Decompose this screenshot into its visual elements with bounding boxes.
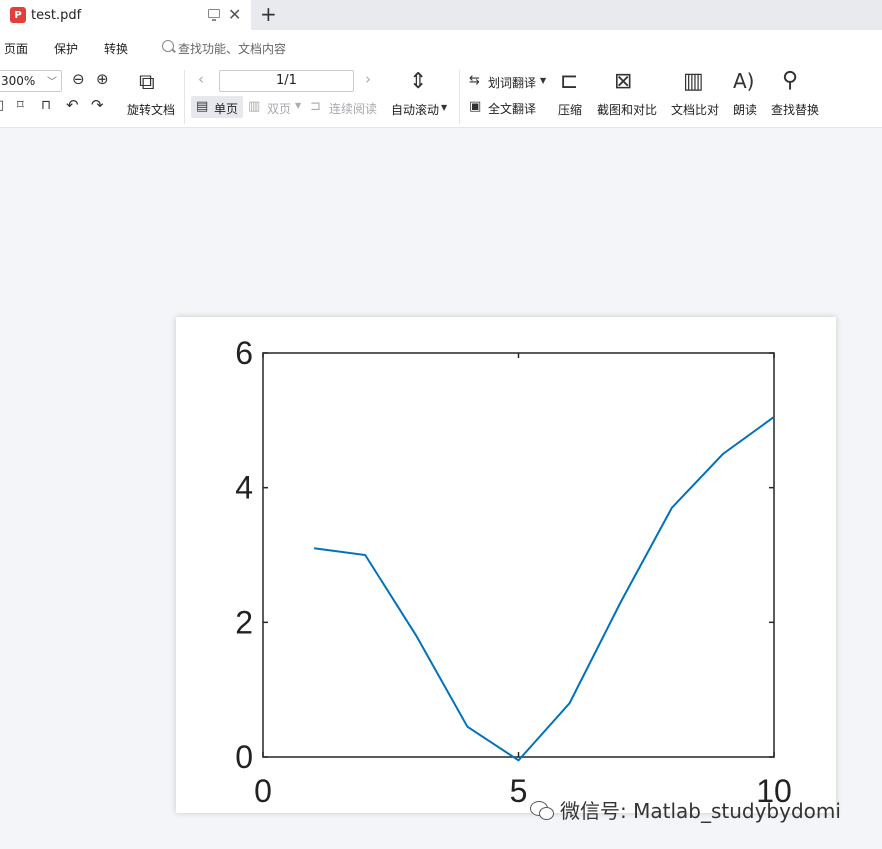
search-icon[interactable] xyxy=(162,40,174,52)
toolbar-separator xyxy=(184,70,185,124)
menu-bar: 页面 保护 转换 查找功能、文档内容 xyxy=(0,30,882,66)
feature-search-input[interactable]: 查找功能、文档内容 xyxy=(178,40,286,57)
rotate-document-icon[interactable]: ⧉ xyxy=(139,72,155,94)
fit-width-icon[interactable]: ⌑ xyxy=(17,99,24,112)
continuous-read-button[interactable]: 连续阅读 xyxy=(329,100,377,117)
page-number-input[interactable]: 1/1 xyxy=(219,70,354,92)
screenshot-icon[interactable]: ⊠ xyxy=(614,71,632,93)
y-tick-label: 0 xyxy=(235,739,253,775)
toolbar-separator xyxy=(459,70,460,124)
translate-icon: ⇆ xyxy=(469,73,480,88)
x-tick-label: 0 xyxy=(254,773,272,809)
chevron-down-icon: ▼ xyxy=(540,76,547,85)
chevron-down-icon: ▼ xyxy=(441,103,448,112)
y-tick-label: 2 xyxy=(235,604,253,640)
menu-item-protect[interactable]: 保护 xyxy=(54,40,78,57)
chevron-down-icon: ﹀ xyxy=(47,77,57,88)
zoom-out-icon[interactable]: ⊖ xyxy=(72,72,85,87)
fit-page-icon[interactable]: ▯ xyxy=(0,99,4,112)
auto-scroll-button[interactable]: 自动滚动 xyxy=(391,101,439,118)
single-page-icon: ▤ xyxy=(196,99,209,114)
full-translate-icon: ▣ xyxy=(469,99,482,114)
series-line xyxy=(313,416,775,762)
rotate-document-button[interactable]: 旋转文档 xyxy=(127,101,175,118)
full-translate-button[interactable]: 全文翻译 xyxy=(488,100,536,117)
find-replace-button[interactable]: 查找替换 xyxy=(771,101,819,118)
plot-frame xyxy=(262,352,775,758)
toolbar: 300% ﹀ ⊖ ⊕ ▯ ⌑ ⊓ ↶ ↷ ⧉ 旋转文档 ‹ 1/1 › ▤ 单页… xyxy=(0,66,882,128)
compress-icon[interactable]: ⊏ xyxy=(560,71,578,93)
close-icon[interactable]: ✕ xyxy=(228,5,241,24)
line-chart: 0 5 100246 xyxy=(235,335,792,809)
rotate-left-icon[interactable]: ↶ xyxy=(66,98,79,113)
pdf-file-icon: P xyxy=(10,7,26,23)
double-page-button[interactable]: 双页 xyxy=(267,100,291,117)
word-translate-button[interactable]: 划词翻译 xyxy=(488,74,536,91)
read-aloud-icon[interactable]: A) xyxy=(733,71,754,91)
watermark-text: 微信号: Matlab_studybydomi xyxy=(560,799,841,823)
pdf-page: 0 5 10 0 2 4 6 xyxy=(176,317,836,813)
chevron-down-icon: ▼ xyxy=(295,101,302,110)
menu-item-page[interactable]: 页面 xyxy=(4,40,28,57)
find-replace-icon[interactable]: ⚲ xyxy=(782,70,798,92)
screenshot-compare-button[interactable]: 截图和对比 xyxy=(597,101,657,118)
new-tab-button[interactable]: + xyxy=(260,2,277,26)
double-page-icon: ▥ xyxy=(248,99,261,114)
tab-bar: P test.pdf ✕ + xyxy=(0,0,882,30)
watermark: 微信号: Matlab_studybydomi xyxy=(530,795,841,824)
compress-button[interactable]: 压缩 xyxy=(558,101,582,118)
zoom-select[interactable]: 300% ﹀ xyxy=(0,70,62,92)
x-tick-label: 5 xyxy=(510,773,528,809)
tab-title: test.pdf xyxy=(31,7,82,23)
doc-compare-icon[interactable]: ▥ xyxy=(683,71,704,93)
rotate-right-icon[interactable]: ↷ xyxy=(91,98,104,113)
auto-scroll-icon[interactable]: ⇕ xyxy=(409,71,427,93)
zoom-in-icon[interactable]: ⊕ xyxy=(96,72,109,87)
actual-size-icon[interactable]: ⊓ xyxy=(41,99,51,112)
menu-item-convert[interactable]: 转换 xyxy=(104,40,128,57)
y-tick-label: 6 xyxy=(235,335,253,371)
monitor-icon[interactable] xyxy=(208,9,220,21)
single-page-label: 单页 xyxy=(214,102,239,116)
zoom-value: 300% xyxy=(1,74,36,88)
continuous-read-icon: ⊐ xyxy=(310,99,321,114)
y-tick-label: 4 xyxy=(235,470,253,506)
doc-compare-button[interactable]: 文档比对 xyxy=(671,101,719,118)
prev-page-icon[interactable]: ‹ xyxy=(198,72,204,87)
wechat-icon xyxy=(530,800,554,820)
read-aloud-button[interactable]: 朗读 xyxy=(733,101,757,118)
next-page-icon[interactable]: › xyxy=(365,72,371,87)
